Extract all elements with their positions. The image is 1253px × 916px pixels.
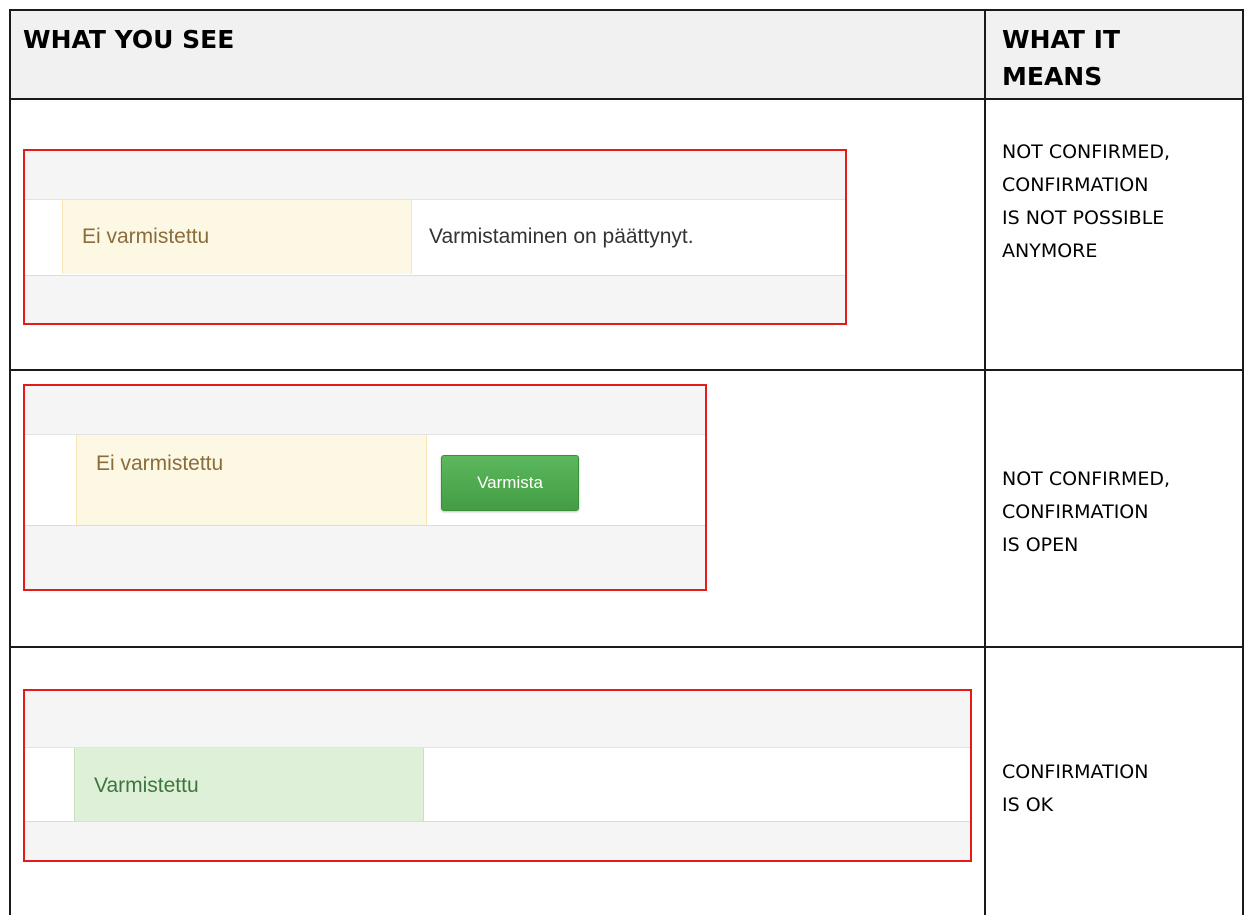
meaning-not-confirmed-open: NOT CONFIRMED, CONFIRMATION IS OPEN bbox=[1002, 468, 1171, 556]
header-what-you-see: WHAT YOU SEE bbox=[23, 25, 235, 54]
confirmation-ended-text: Varmistaminen on päättynyt. bbox=[429, 225, 694, 248]
table-border-left bbox=[9, 9, 11, 915]
row-band-top bbox=[25, 386, 705, 435]
table-border-right bbox=[1242, 9, 1244, 915]
row-band-top bbox=[25, 151, 845, 200]
table-border-top bbox=[9, 9, 1244, 11]
screenshot-not-confirmed-open: Ei varmistettu Varmista bbox=[23, 384, 707, 591]
status-cell-not-confirmed: Ei varmistettu bbox=[62, 200, 412, 274]
row-divider bbox=[9, 369, 1244, 371]
header-what-it-means: WHAT IT MEANS bbox=[1002, 25, 1121, 91]
row-divider bbox=[9, 98, 1244, 100]
legend-table: WHAT YOU SEE WHAT IT MEANS Ei varmistett… bbox=[9, 9, 1244, 915]
status-cell-confirmed: Varmistettu bbox=[74, 748, 424, 823]
row-band-bottom bbox=[25, 821, 970, 860]
row-band-bottom bbox=[25, 275, 845, 323]
status-cell-not-confirmed: Ei varmistettu bbox=[76, 435, 427, 527]
row-band-bottom bbox=[25, 525, 705, 589]
screenshot-confirmed: Varmistettu bbox=[23, 689, 972, 862]
meaning-not-confirmed-closed: NOT CONFIRMED, CONFIRMATION IS NOT POSSI… bbox=[1002, 141, 1171, 262]
confirm-button[interactable]: Varmista bbox=[441, 455, 579, 511]
row-divider bbox=[9, 646, 1244, 648]
meaning-confirmed: CONFIRMATION IS OK bbox=[1002, 761, 1149, 816]
screenshot-not-confirmed-closed: Ei varmistettu Varmistaminen on päättyny… bbox=[23, 149, 847, 325]
row-band-top bbox=[25, 691, 970, 748]
column-divider bbox=[984, 9, 986, 915]
